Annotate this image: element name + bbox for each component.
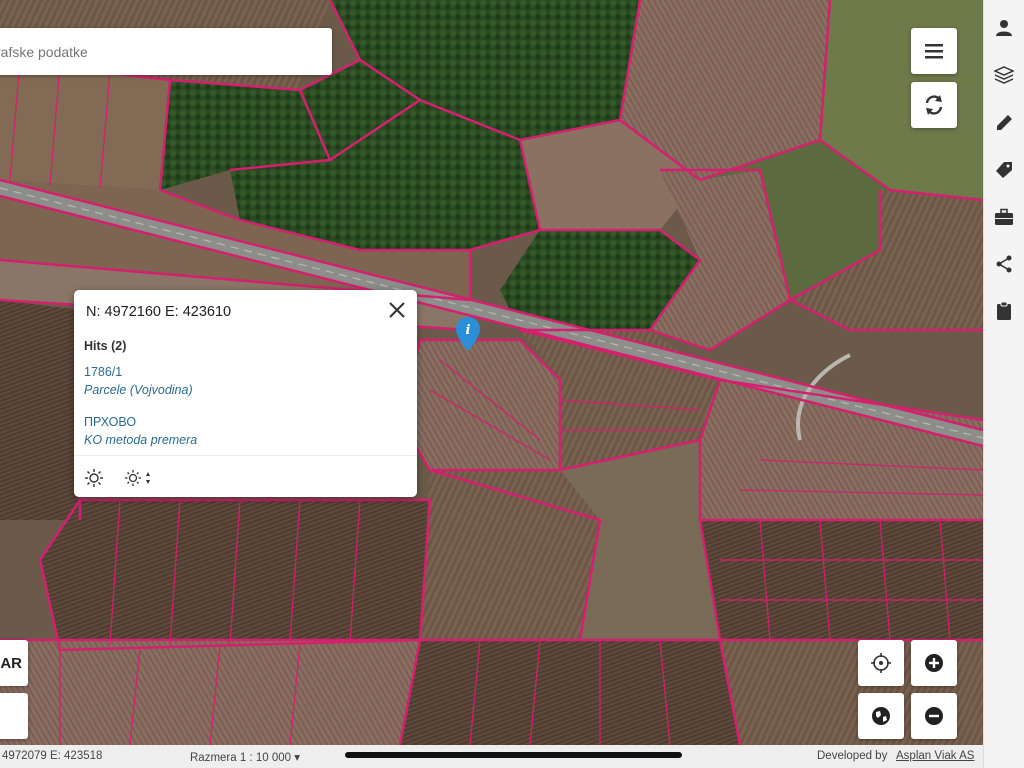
hamburger-icon <box>925 44 943 59</box>
info-popup: N: 4972160 E: 423610 Hits (2) 1786/1 Par… <box>74 290 417 497</box>
user-icon <box>996 20 1012 36</box>
refresh-button[interactable] <box>911 82 957 128</box>
globe-icon <box>872 707 890 725</box>
tag-icon <box>996 162 1012 178</box>
ar-button[interactable]: AR <box>0 640 28 686</box>
popup-footer <box>74 455 417 496</box>
search-input[interactable] <box>0 42 332 61</box>
hit-item-cadastral-municipality[interactable]: ПРХОВО KO metoda premera <box>84 413 197 449</box>
pencil-icon <box>997 115 1012 130</box>
plus-icon <box>925 654 943 672</box>
hits-count: Hits (2) <box>84 339 127 353</box>
hit-layer: KO metoda premera <box>84 433 198 447</box>
layers-button[interactable] <box>984 57 1024 93</box>
right-toolbar <box>983 0 1024 768</box>
basemap-button[interactable] <box>858 693 904 739</box>
share-icon <box>996 255 1012 273</box>
tag-button[interactable] <box>984 152 1024 188</box>
clipboard-icon <box>997 301 1011 320</box>
user-button[interactable] <box>984 10 1024 46</box>
close-button[interactable] <box>387 300 407 320</box>
refresh-icon <box>925 95 943 115</box>
draw-button[interactable] <box>984 105 1024 141</box>
share-button[interactable] <box>984 246 1024 282</box>
highlight-toggle-icon[interactable] <box>124 468 154 488</box>
svg-text:i: i <box>466 323 471 338</box>
zoom-in-button[interactable] <box>911 640 957 686</box>
hit-item-parcel[interactable]: 1786/1 Parcele (Vojvodina) <box>84 363 193 399</box>
minus-icon <box>925 707 943 725</box>
highlight-icon[interactable] <box>84 468 104 488</box>
scale-selector[interactable]: Razmera 1 : 10 000 ▾ <box>190 750 300 764</box>
locate-button[interactable] <box>858 640 904 686</box>
cursor-coordinates: 4972079 E: 423518 <box>2 750 103 762</box>
popup-coordinates: N: 4972160 E: 423610 <box>86 304 232 320</box>
briefcase-icon <box>995 208 1013 225</box>
hit-id: ПРХОВО <box>84 415 137 429</box>
layers-icon <box>994 66 1014 84</box>
ar-label: AR <box>0 654 22 672</box>
hit-id: 1786/1 <box>84 365 123 379</box>
clipboard-button[interactable] <box>984 293 1024 329</box>
menu-button[interactable] <box>911 28 957 74</box>
company-link[interactable]: Asplan Viak AS <box>896 750 974 762</box>
close-icon <box>389 302 405 318</box>
crosshair-icon <box>871 653 891 673</box>
zoom-out-button[interactable] <box>911 693 957 739</box>
developed-by-label: Developed by <box>817 750 888 762</box>
hit-layer: Parcele (Vojvodina) <box>84 383 193 397</box>
left-tool-button[interactable] <box>0 693 28 739</box>
home-indicator <box>345 752 682 758</box>
search-box[interactable] <box>0 28 332 75</box>
tools-button[interactable] <box>984 199 1024 235</box>
